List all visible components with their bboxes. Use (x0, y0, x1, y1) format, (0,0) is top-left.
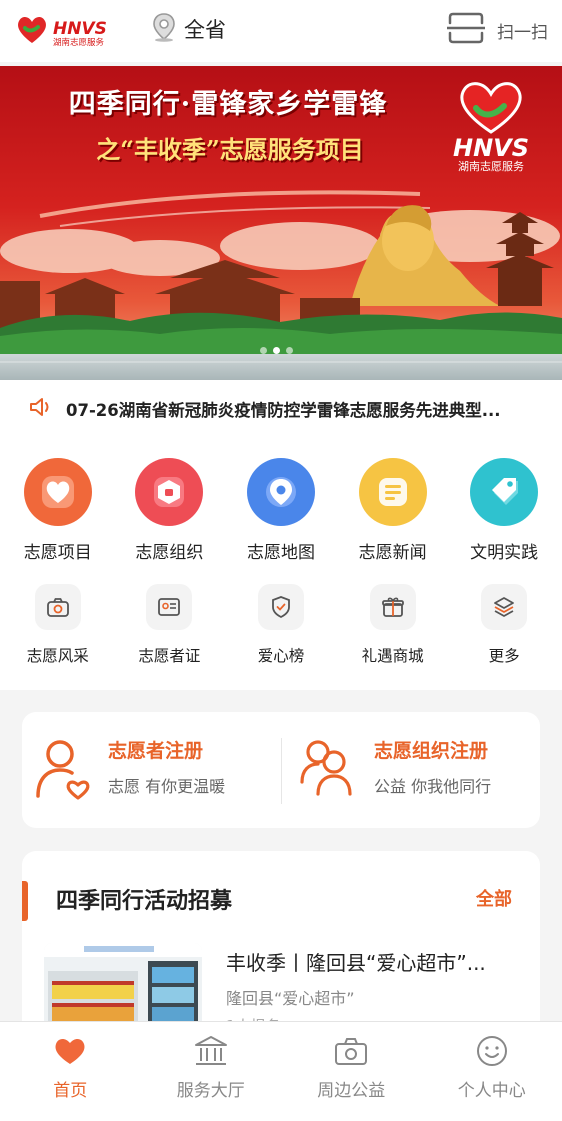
organization-register-title: 志愿组织注册 (374, 740, 489, 762)
nav-nearby-charity[interactable]: 周边公益 (281, 1022, 422, 1121)
shield-check-icon (257, 584, 304, 630)
banner-subtitle: 之“丰收季”志愿服务项目 (96, 135, 364, 164)
tag-icon (470, 458, 539, 526)
carousel-dot-active[interactable] (273, 347, 280, 354)
grid-label: 志愿组织 (135, 543, 204, 563)
primary-feature-row: 志愿项目 志愿组织 志愿地图 志愿新闻 文明实践 (0, 458, 562, 563)
nav-personal-center[interactable]: 个人中心 (422, 1022, 562, 1121)
grid-label: 文明实践 (470, 543, 539, 563)
grid-item-volunteer-map[interactable]: 志愿地图 (226, 458, 336, 563)
heart-icon (53, 1034, 87, 1068)
nav-label: 服务大厅 (176, 1081, 245, 1101)
person-heart-icon (32, 736, 94, 806)
nav-label: 首页 (53, 1081, 88, 1101)
grid-item-volunteer-news[interactable]: 志愿新闻 (338, 458, 448, 563)
banner-logo: HNVS 湖南志愿服务 (442, 72, 540, 174)
bank-icon (194, 1034, 228, 1068)
register-card: 志愿者注册 志愿 有你更温暖 志愿组织注册 公益 你我他同行 (22, 712, 540, 828)
nav-label: 周边公益 (317, 1081, 386, 1101)
grid-item-more[interactable]: 更多 (449, 584, 559, 666)
nav-service-hall[interactable]: 服务大厅 (141, 1022, 282, 1121)
scan-button[interactable]: 扫一扫 (445, 11, 548, 49)
feature-grid: 志愿项目 志愿组织 志愿地图 志愿新闻 文明实践 志愿风采 志愿者证 爱心榜 礼… (0, 438, 562, 690)
carousel-dot[interactable] (286, 347, 293, 354)
banner-logo-text: HNVS (453, 134, 529, 162)
scan-label: 扫一扫 (497, 22, 548, 43)
notice-text: 07-26湖南省新冠肺炎疫情防控学雷锋志愿服务先进典型... (66, 401, 501, 420)
location-pin-icon (152, 12, 176, 46)
news-icon (358, 458, 427, 526)
layers-icon (481, 584, 528, 630)
camera-icon (334, 1034, 368, 1068)
activity-location: 隆回县“爱心超市” (226, 989, 355, 1008)
volunteer-register-subtitle: 志愿 有你更温暖 (108, 777, 226, 796)
speaker-icon (28, 396, 52, 422)
section-accent-bar (22, 881, 28, 921)
grid-item-love-ranking[interactable]: 爱心榜 (226, 584, 336, 666)
grid-item-volunteer-org[interactable]: 志愿组织 (114, 458, 224, 563)
smile-icon (475, 1034, 509, 1068)
view-all-link[interactable]: 全部 (476, 885, 512, 911)
volunteer-register-button[interactable]: 志愿者注册 志愿 有你更温暖 (32, 736, 225, 806)
promo-banner[interactable]: 四季同行·雷锋家乡学雷锋 之“丰收季”志愿服务项目 HNVS 湖南志愿服务 (0, 66, 562, 380)
location-label: 全省 (184, 18, 226, 42)
grid-item-volunteer-id[interactable]: 志愿者证 (114, 584, 224, 666)
grid-item-volunteer-style[interactable]: 志愿风采 (3, 584, 113, 666)
secondary-feature-row: 志愿风采 志愿者证 爱心榜 礼遇商城 更多 (0, 584, 562, 666)
grid-label: 志愿新闻 (358, 543, 427, 563)
section-title: 四季同行活动招募 (56, 889, 233, 914)
grid-label: 礼遇商城 (361, 647, 424, 665)
grid-item-civilization-practice[interactable]: 文明实践 (449, 458, 559, 563)
heart-icon (23, 458, 92, 526)
grid-item-volunteer-project[interactable]: 志愿项目 (3, 458, 113, 563)
grid-label: 志愿风采 (26, 647, 89, 665)
scan-icon (445, 11, 487, 49)
banner-title: 四季同行·雷锋家乡学雷锋 (68, 89, 388, 120)
cube-icon (135, 458, 204, 526)
top-bar: HNVS 湖南志愿服务 全省 扫一扫 (0, 0, 562, 62)
banner-logo-sub: 湖南志愿服务 (458, 160, 524, 173)
grid-label: 志愿项目 (23, 543, 92, 563)
location-selector[interactable]: 全省 (152, 13, 226, 45)
grid-label: 爱心榜 (257, 647, 305, 665)
grid-label: 志愿地图 (246, 543, 315, 563)
carousel-dots[interactable] (260, 347, 293, 354)
app-logo: HNVS 湖南志愿服务 (16, 13, 124, 48)
map-pin-icon (246, 458, 315, 526)
divider (281, 738, 282, 804)
notice-bar[interactable]: 07-26湖南省新冠肺炎疫情防控学雷锋志愿服务先进典型... (0, 380, 562, 438)
logo-sub: 湖南志愿服务 (53, 37, 105, 47)
gift-icon (369, 584, 416, 630)
volunteer-register-title: 志愿者注册 (108, 740, 204, 762)
id-card-icon (146, 584, 193, 630)
grid-label: 志愿者证 (138, 647, 201, 665)
nav-home[interactable]: 首页 (0, 1022, 141, 1121)
carousel-dot[interactable] (260, 347, 267, 354)
logo-text: HNVS (53, 19, 107, 39)
nav-label: 个人中心 (457, 1081, 526, 1101)
grid-label: 更多 (488, 647, 520, 665)
organization-register-button[interactable]: 志愿组织注册 公益 你我他同行 (298, 736, 491, 802)
group-icon (298, 736, 358, 802)
grid-item-gift-mall[interactable]: 礼遇商城 (338, 584, 448, 666)
activity-title: 丰收季丨隆回县“爱心超市”... (226, 951, 486, 975)
bottom-nav: 首页 服务大厅 周边公益 个人中心 (0, 1021, 562, 1121)
camera-icon (34, 584, 81, 630)
organization-register-subtitle: 公益 你我他同行 (374, 777, 492, 796)
